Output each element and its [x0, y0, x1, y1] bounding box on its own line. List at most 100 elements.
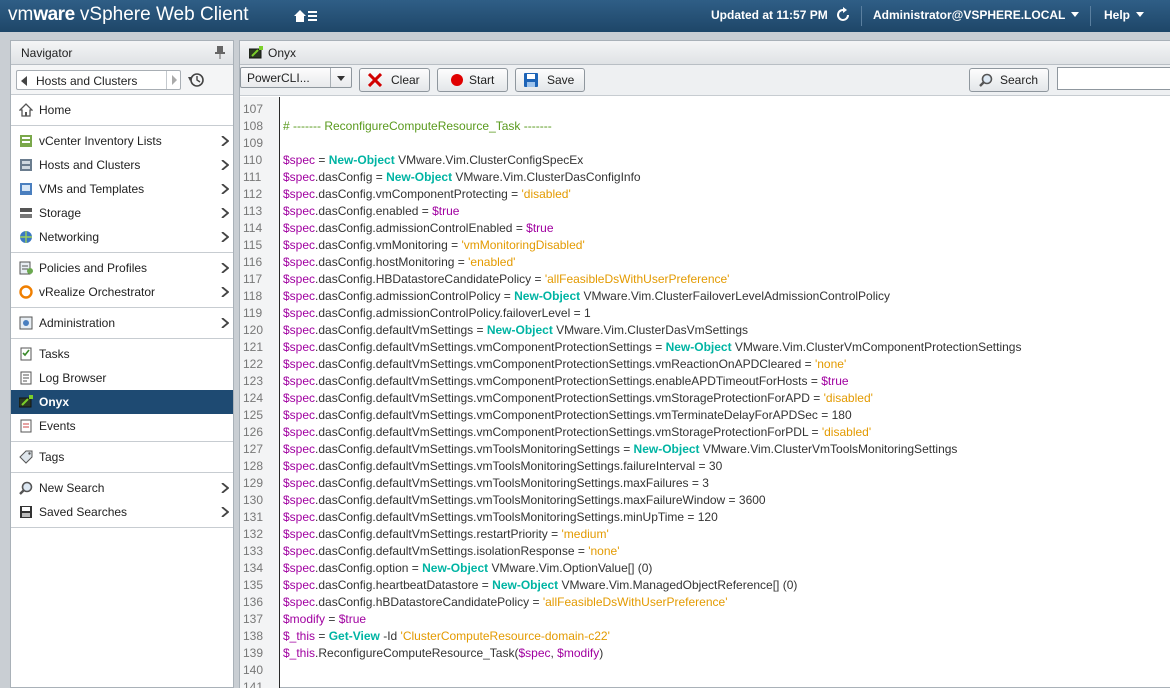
- history-back-button[interactable]: Hosts and Clusters: [16, 70, 181, 90]
- chevron-right-icon[interactable]: [221, 184, 229, 194]
- code-token: $spec: [283, 442, 316, 456]
- line-number: 132: [243, 527, 264, 541]
- chevron-right-icon[interactable]: [221, 507, 229, 517]
- chevron-right-icon[interactable]: [221, 160, 229, 170]
- code-token: $spec: [283, 561, 316, 575]
- chevron-right-icon[interactable]: [221, 318, 229, 328]
- nav-item-onyx[interactable]: Onyx: [11, 390, 233, 414]
- code-line: $_this = Get-View -Id 'ClusterComputeRes…: [283, 629, 610, 643]
- administration-icon: [19, 316, 33, 330]
- code-token: VMware.Vim.ClusterVmToolsMonitoringSetti…: [699, 442, 958, 456]
- clear-button[interactable]: Clear: [359, 68, 430, 92]
- hosts-clusters-icon: [20, 159, 32, 171]
- nav-item-saved-searches[interactable]: Saved Searches: [11, 500, 233, 524]
- chevron-right-icon[interactable]: [221, 263, 229, 273]
- search-icon: [979, 73, 993, 87]
- code-token: .dasConfig.defaultVmSettings.vmToolsMoni…: [315, 493, 766, 507]
- nav-item-vrealize-orchestrator[interactable]: vRealize Orchestrator: [11, 280, 233, 304]
- code-token: .dasConfig.hostMonitoring =: [315, 255, 469, 269]
- chevron-right-icon[interactable]: [221, 136, 229, 146]
- nav-item-hosts-and-clusters[interactable]: Hosts and Clusters: [11, 153, 233, 177]
- code-token: $spec: [283, 357, 316, 371]
- code-token: $spec: [283, 340, 316, 354]
- nav-item-label: Tasks: [39, 347, 70, 361]
- nav-item-tasks[interactable]: Tasks: [11, 342, 233, 366]
- nav-item-networking[interactable]: Networking: [11, 225, 233, 249]
- history-forward-button[interactable]: [166, 71, 180, 89]
- code-token: .dasConfig.defaultVmSettings.vmComponent…: [315, 357, 815, 371]
- save-label: Save: [547, 73, 575, 87]
- chevron-down-icon: [1071, 12, 1080, 17]
- search-input[interactable]: [1057, 67, 1170, 90]
- code-token: New-Object: [492, 578, 559, 592]
- code-token: $spec: [283, 170, 316, 184]
- chevron-right-icon[interactable]: [221, 232, 229, 242]
- refresh-icon[interactable]: [834, 6, 852, 24]
- nav-item-home[interactable]: Home: [11, 98, 233, 122]
- save-button[interactable]: Save: [515, 68, 585, 92]
- search-button[interactable]: Search: [969, 68, 1049, 92]
- code-token: .dasConfig.hBDatastoreCandidatePolicy =: [315, 595, 543, 609]
- top-bar: vmware vSphere Web Client Updated at 11:…: [0, 0, 1170, 32]
- chevron-right-icon[interactable]: [221, 287, 229, 297]
- chevron-right-icon[interactable]: [221, 208, 229, 218]
- help-menu[interactable]: Help: [1104, 8, 1145, 22]
- nav-item-tags[interactable]: Tags: [11, 445, 233, 469]
- tasks-icon: [20, 347, 32, 361]
- nav-item-log-browser[interactable]: Log Browser: [11, 366, 233, 390]
- nav-item-storage[interactable]: Storage: [11, 201, 233, 225]
- line-number: 131: [243, 510, 264, 524]
- code-line: $spec.dasConfig.HBDatastoreCandidatePoli…: [283, 272, 729, 286]
- line-number: 133: [243, 544, 264, 558]
- nav-item-new-search[interactable]: New Search: [11, 476, 233, 500]
- navigator-group: Policies and Profiles vRealize Orchestrat…: [11, 253, 233, 308]
- code-token: $spec: [283, 595, 316, 609]
- nav-item-label: Saved Searches: [39, 505, 128, 519]
- start-button[interactable]: Start: [437, 68, 508, 92]
- line-number: 138: [243, 629, 264, 643]
- chevron-right-icon[interactable]: [221, 483, 229, 493]
- home-menu-icon[interactable]: [293, 6, 319, 26]
- nav-item-label: Log Browser: [39, 371, 107, 385]
- nav-item-policies-and-profiles[interactable]: Policies and Profiles: [11, 256, 233, 280]
- line-number: 110: [243, 153, 263, 167]
- code-token: Get-View: [328, 629, 380, 643]
- history-label: Hosts and Clusters: [36, 74, 138, 88]
- code-editor[interactable]: 107 108 109 110 111 112 113 114 115 116 117 118 119 1…: [240, 97, 1170, 688]
- navigator-title: Navigator: [21, 46, 73, 60]
- nav-item-events[interactable]: Events: [11, 414, 233, 438]
- code-line: $spec.dasConfig.hBDatastoreCandidatePoli…: [283, 595, 728, 609]
- code-token: .dasConfig.defaultVmSettings.restartPrio…: [315, 527, 562, 541]
- chevron-down-icon[interactable]: [330, 68, 351, 87]
- code-token: $spec: [283, 238, 316, 252]
- panel-title: Onyx: [268, 46, 297, 60]
- nav-item-administration[interactable]: Administration: [11, 311, 233, 335]
- onyx-header: Onyx: [240, 41, 1170, 65]
- nav-item-vms-and-templates[interactable]: VMs and Templates: [11, 177, 233, 201]
- code-line: $spec = New-Object VMware.Vim.ClusterCon…: [283, 153, 583, 167]
- code-token: $true: [821, 374, 849, 388]
- line-number: 107: [243, 102, 264, 116]
- code-token: New-Object: [486, 323, 553, 337]
- clear-label: Clear: [391, 73, 420, 87]
- pin-icon[interactable]: [215, 46, 225, 59]
- output-format-dropdown[interactable]: PowerCLI...: [240, 67, 352, 88]
- nav-item-label: Administration: [39, 316, 116, 330]
- code-token: $spec: [283, 544, 316, 558]
- log-browser-icon: [20, 371, 32, 385]
- code-token: New-Object: [665, 340, 732, 354]
- code-token: .dasConfig.defaultVmSettings =: [315, 323, 487, 337]
- code-line: $spec.dasConfig.defaultVmSettings.vmComp…: [283, 391, 873, 405]
- code-token: VMware.Vim.ClusterVmComponentProtectionS…: [731, 340, 1022, 354]
- networking-icon: [20, 231, 32, 243]
- vsphere-logo[interactable]: vmware vSphere Web Client: [8, 4, 249, 26]
- nav-item-vcenter-inventory-lists[interactable]: vCenter Inventory Lists: [11, 129, 233, 153]
- code-token: .dasConfig.admissionControlPolicy =: [315, 289, 515, 303]
- user-menu[interactable]: Administrator@VSPHERE.LOCAL: [873, 8, 1080, 22]
- history-icon[interactable]: [187, 71, 205, 89]
- code-token: $spec: [283, 425, 316, 439]
- code-token: $_this: [283, 629, 316, 643]
- code-token: .dasConfig.defaultVmSettings.vmToolsMoni…: [315, 459, 723, 473]
- code-token: =: [315, 629, 329, 643]
- home-icon: [19, 103, 33, 117]
